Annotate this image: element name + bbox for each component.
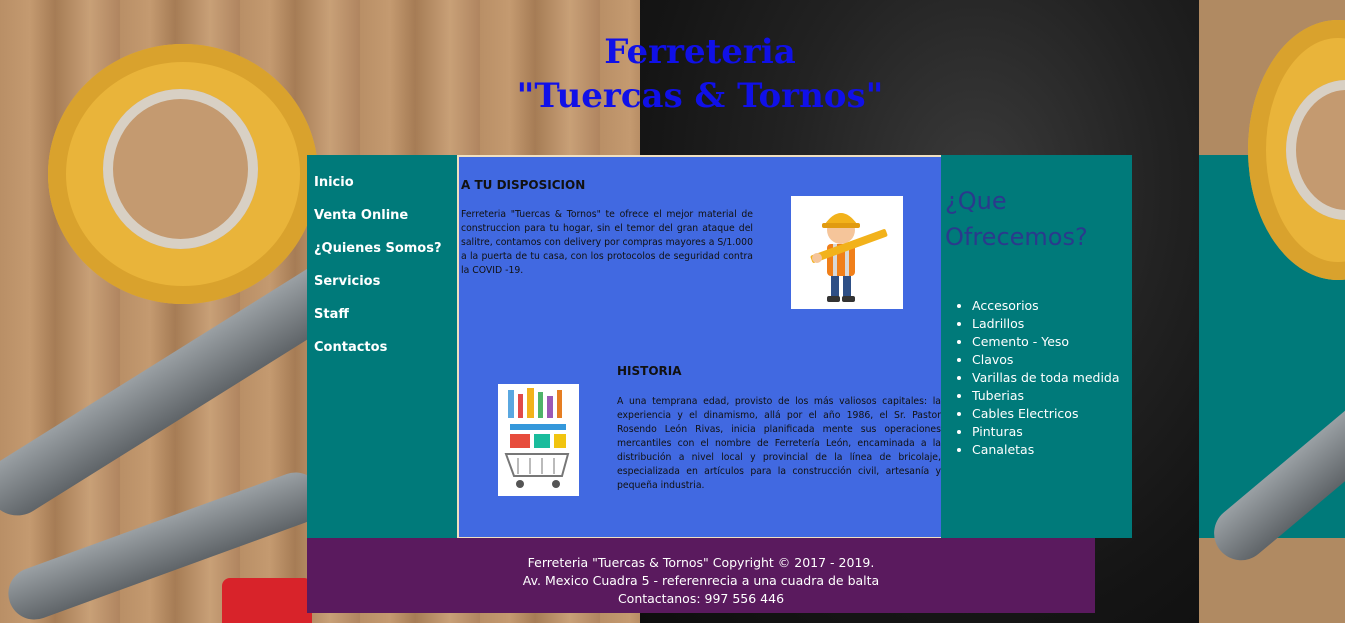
title-line-2: "Tuercas & Tornos" — [516, 76, 884, 116]
offering-item: Clavos — [972, 351, 1152, 369]
footer-address: Av. Mexico Cuadra 5 - referenrecia a una… — [522, 573, 880, 588]
offering-item: Cemento - Yeso — [972, 333, 1152, 351]
offering-item: Cables Electricos — [972, 405, 1152, 423]
page-title: Ferreteria "Tuercas & Tornos" — [440, 30, 960, 118]
offering-item: Accesorios — [972, 297, 1152, 315]
worker-illustration-icon — [810, 213, 888, 302]
nav-item-venta-online[interactable]: Venta Online — [314, 208, 408, 223]
title-line-1: Ferreteria — [604, 32, 796, 72]
page-footer: Ferreteria "Tuercas & Tornos" Copyright … — [307, 538, 1095, 613]
nav-item-staff[interactable]: Staff — [314, 307, 349, 322]
shopping-cart-icon — [504, 388, 570, 488]
section-title-disposicion: A TU DISPOSICION — [461, 178, 586, 192]
nav-item-inicio[interactable]: Inicio — [314, 175, 354, 190]
tool-handle-image — [222, 578, 312, 623]
offering-item: Varillas de toda medida — [972, 369, 1152, 387]
offering-item: Pinturas — [972, 423, 1152, 441]
offerings-panel: ¿Que Ofrecemos? Accesorios Ladrillos Cem… — [941, 155, 1132, 538]
hardware-products-image — [498, 384, 579, 496]
sidebar-nav: Inicio Venta Online ¿Quienes Somos? Serv… — [307, 155, 457, 538]
nav-item-quienes-somos[interactable]: ¿Quienes Somos? — [314, 241, 442, 256]
section-text-disposicion: Ferreteria "Tuercas & Tornos" te ofrece … — [461, 209, 753, 276]
footer-contact: Contactanos: 997 556 446 — [617, 591, 785, 606]
nav-item-servicios[interactable]: Servicios — [314, 274, 380, 289]
main-content: A TU DISPOSICION Ferreteria "Tuercas & T… — [457, 155, 945, 539]
tape-roll-image — [48, 44, 318, 304]
offering-item: Ladrillos — [972, 315, 1152, 333]
section-title-historia: HISTORIA — [617, 364, 682, 378]
nav-item-contactos[interactable]: Contactos — [314, 340, 387, 355]
section-text-historia: A una temprana edad, provisto de los más… — [617, 396, 941, 491]
footer-copyright: Ferreteria "Tuercas & Tornos" Copyright … — [527, 555, 875, 570]
offerings-heading: ¿Que Ofrecemos? — [945, 187, 1088, 251]
offerings-list: Accesorios Ladrillos Cemento - Yeso Clav… — [945, 297, 1152, 459]
offering-item: Canaletas — [972, 441, 1152, 459]
worker-image — [791, 196, 903, 309]
offering-item: Tuberias — [972, 387, 1152, 405]
